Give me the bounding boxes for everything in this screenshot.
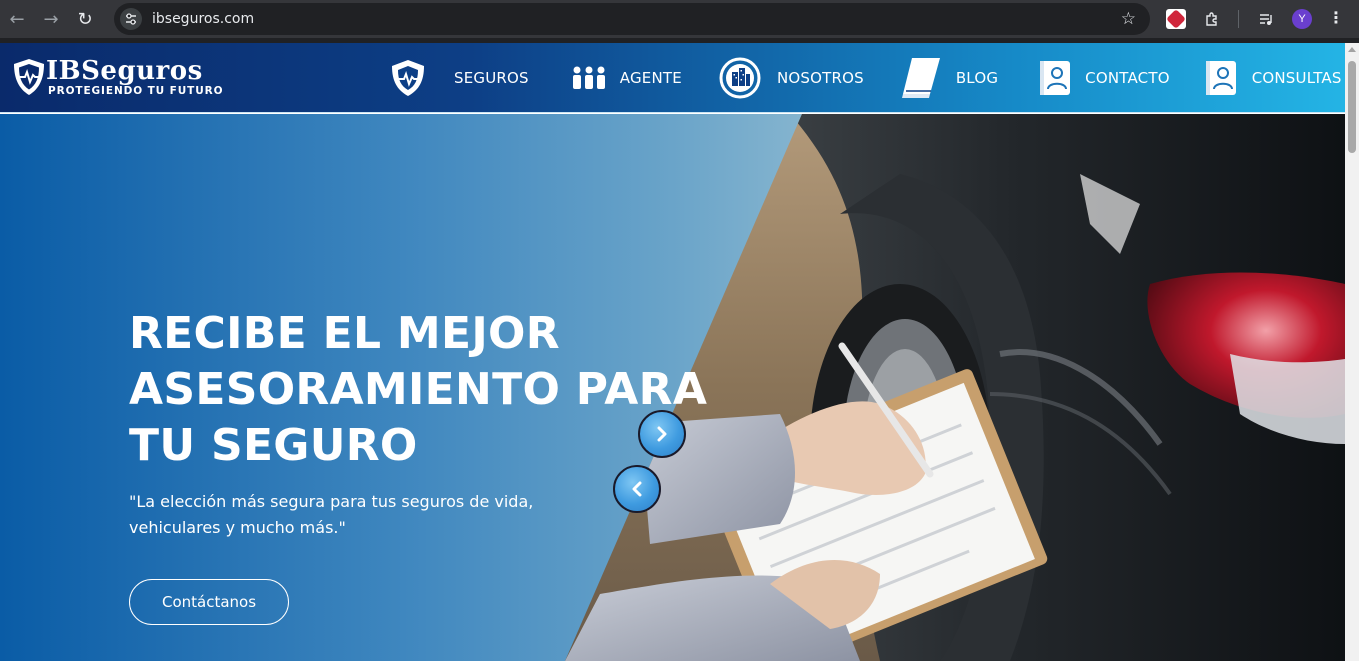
nav-item-consultas[interactable]: CONSULTAS — [1203, 43, 1342, 113]
slider-next-button[interactable] — [638, 410, 686, 458]
logo-tagline: PROTEGIENDO TU FUTURO — [48, 85, 224, 97]
more-menu-icon[interactable]: ⋮ — [1328, 8, 1344, 28]
reload-icon[interactable]: ↻ — [68, 2, 102, 36]
book-icon — [898, 55, 944, 101]
contact-card-icon — [1203, 59, 1239, 97]
page-scrollbar[interactable] — [1345, 43, 1359, 661]
nav-label-seguros: SEGUROS — [454, 69, 529, 87]
page-viewport: IBSeguros PROTEGIENDO TU FUTURO SEGUROS — [0, 43, 1345, 661]
address-bar[interactable]: ibseguros.com ☆ — [114, 3, 1150, 35]
chevron-right-icon — [657, 426, 667, 442]
vpn-extension-icon[interactable] — [1166, 9, 1186, 29]
buildings-icon — [719, 57, 761, 99]
nav-label-contacto: CONTACTO — [1085, 69, 1170, 87]
forward-arrow-icon[interactable]: → — [34, 2, 68, 36]
site-settings-icon[interactable] — [120, 8, 142, 30]
media-controls-icon[interactable] — [1256, 9, 1276, 29]
contact-us-button[interactable]: Contáctanos — [129, 579, 289, 625]
slider-prev-button[interactable] — [613, 465, 661, 513]
nav-item-seguros[interactable]: SEGUROS — [388, 43, 529, 113]
back-arrow-icon[interactable]: ← — [0, 2, 34, 36]
site-logo[interactable]: IBSeguros PROTEGIENDO TU FUTURO — [11, 56, 223, 97]
nav-item-agente[interactable]: AGENTE — [571, 43, 682, 113]
profile-avatar[interactable]: Y — [1292, 9, 1312, 29]
browser-toolbar: ← → ↻ ibseguros.com ☆ Y ⋮ — [0, 0, 1359, 38]
nav-label-blog: BLOG — [955, 69, 999, 87]
nav-label-nosotros: NOSOTROS — [776, 69, 864, 87]
bookmark-star-icon[interactable]: ☆ — [1121, 9, 1136, 29]
nav-item-blog[interactable]: BLOG — [898, 43, 998, 113]
people-group-icon — [571, 63, 607, 93]
nav-item-nosotros[interactable]: NOSOTROS — [719, 43, 864, 113]
hero-title: RECIBE EL MEJOR ASESORAMIENTO PARA TU SE… — [129, 308, 708, 471]
extensions-puzzle-icon[interactable] — [1202, 9, 1222, 29]
logo-shield-icon — [14, 59, 44, 95]
contact-card-icon — [1037, 59, 1073, 97]
shield-heartbeat-icon — [388, 58, 428, 98]
hero-subtitle: "La elección más segura para tus seguros… — [129, 492, 534, 537]
nav-item-contacto[interactable]: CONTACTO — [1037, 43, 1170, 113]
scrollbar-thumb[interactable] — [1348, 61, 1356, 153]
chevron-left-icon — [632, 481, 642, 497]
hero-slider: RECIBE EL MEJOR ASESORAMIENTO PARA TU SE… — [0, 114, 1345, 661]
nav-label-consultas: CONSULTAS — [1251, 69, 1342, 87]
main-nav: SEGUROS AGENTE NOSOTROS BLOG CONTACTO CO… — [388, 43, 1342, 113]
site-header: IBSeguros PROTEGIENDO TU FUTURO SEGUROS — [0, 43, 1345, 113]
toolbar-divider — [1238, 10, 1239, 28]
nav-label-agente: AGENTE — [619, 69, 682, 87]
url-text[interactable]: ibseguros.com — [152, 11, 254, 27]
logo-brand-text: IBSeguros — [46, 56, 203, 86]
scroll-up-arrow-icon[interactable] — [1348, 47, 1356, 52]
